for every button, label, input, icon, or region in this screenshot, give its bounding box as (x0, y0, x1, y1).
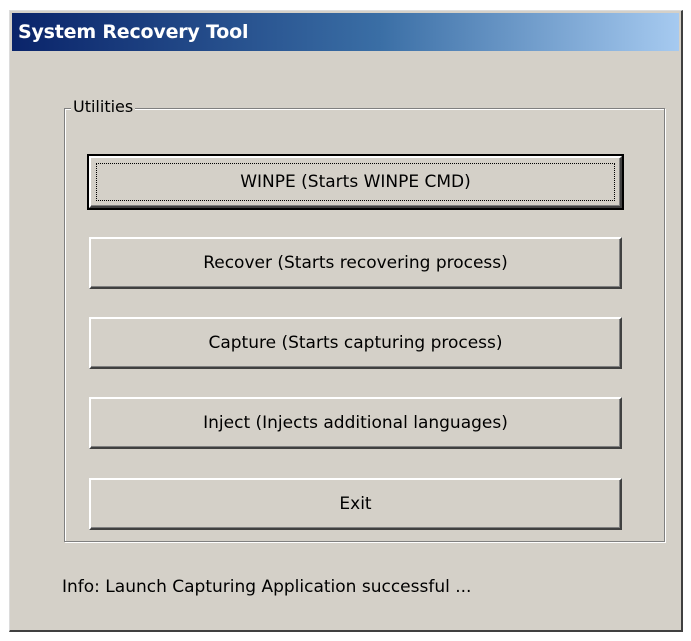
winpe-button-label: WINPE (Starts WINPE CMD) (240, 172, 471, 192)
exit-button-label: Exit (339, 494, 372, 514)
capture-button[interactable]: Capture (Starts capturing process) (89, 317, 622, 369)
title-bar[interactable]: System Recovery Tool (12, 13, 679, 51)
utilities-groupbox: Utilities WINPE (Starts WINPE CMD) Recov… (64, 97, 665, 542)
inject-button-label: Inject (Injects additional languages) (203, 413, 508, 433)
utilities-group-label: Utilities (71, 97, 136, 116)
capture-button-label: Capture (Starts capturing process) (208, 333, 503, 353)
system-recovery-window: System Recovery Tool Utilities WINPE (St… (9, 10, 683, 632)
status-info-text: Info: Launch Capturing Application succe… (62, 577, 472, 597)
window-title: System Recovery Tool (18, 21, 249, 43)
exit-button[interactable]: Exit (89, 478, 622, 530)
winpe-button[interactable]: WINPE (Starts WINPE CMD) (87, 154, 624, 210)
inject-button[interactable]: Inject (Injects additional languages) (89, 397, 622, 449)
recover-button[interactable]: Recover (Starts recovering process) (89, 237, 622, 289)
recover-button-label: Recover (Starts recovering process) (203, 253, 508, 273)
